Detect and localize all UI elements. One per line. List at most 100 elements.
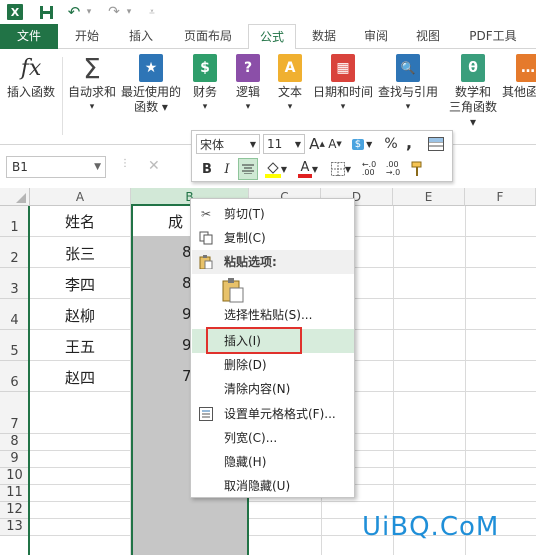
tab-file[interactable]: 文件 <box>0 24 58 49</box>
percent-style-icon[interactable]: % <box>382 135 400 153</box>
column-header-f[interactable]: F <box>465 188 536 206</box>
menu-item-clear-contents[interactable]: 清除内容(N) <box>192 377 354 401</box>
undo-icon[interactable]: ↶ <box>64 3 84 21</box>
tab-pdf-tools[interactable]: PDF工具 <box>458 24 528 49</box>
select-all-corner[interactable] <box>0 188 30 206</box>
font-size-dropdown[interactable]: 11 ▼ <box>263 134 305 154</box>
tab-formulas[interactable]: 公式 <box>248 24 296 50</box>
row-header-6[interactable]: 6 <box>0 361 30 392</box>
sigma-icon: Σ <box>83 51 101 85</box>
paint-bucket-icon <box>264 162 281 178</box>
menu-item-copy[interactable]: 复制(C) <box>192 226 354 250</box>
cell-a5[interactable]: 王五 <box>30 336 130 357</box>
more-book-icon: … <box>514 53 536 83</box>
format-painter-icon[interactable] <box>408 159 428 179</box>
menu-item-column-width[interactable]: 列宽(C)... <box>192 426 354 450</box>
comma-style-icon[interactable]: , <box>402 133 416 152</box>
date-time-button[interactable]: ▦ 日期和时间 ▾ <box>310 53 376 115</box>
menu-item-paste-special[interactable]: 选择性粘贴(S)... <box>192 303 354 327</box>
customize-qa-icon[interactable]: ⩡ <box>146 3 158 21</box>
fill-color-button[interactable]: ▼ <box>262 159 290 179</box>
redo-dropdown-icon[interactable]: ▾ <box>124 3 134 21</box>
cell-a2[interactable]: 张三 <box>30 243 130 264</box>
recently-used-button[interactable]: ★ 最近使用的 函数 ▾ <box>118 53 184 115</box>
menu-item-unhide[interactable]: 取消隐藏(U) <box>192 474 354 498</box>
name-box-dropdown-icon[interactable]: ▼ <box>94 157 101 177</box>
gridline <box>465 206 466 555</box>
align-center-icon <box>242 164 254 174</box>
gridline <box>30 501 536 502</box>
grow-font-icon[interactable]: A ▲ <box>309 135 325 153</box>
shrink-font-icon[interactable]: A ▼ <box>327 135 343 153</box>
row-header-3[interactable]: 3 <box>0 268 30 299</box>
increase-decimal-button[interactable]: ←.0 .00 <box>358 159 380 179</box>
cell-a3[interactable]: 李四 <box>30 274 130 295</box>
row-header-5[interactable]: 5 <box>0 330 30 361</box>
row-header-4[interactable]: 4 <box>0 299 30 330</box>
font-color-button[interactable]: A ▼ <box>294 159 322 179</box>
row-header-11[interactable]: 11 <box>0 485 30 502</box>
ribbon-separator <box>62 57 63 135</box>
coins-book-icon: $ <box>191 53 219 83</box>
menu-item-cut[interactable]: ✂ 剪切(T) <box>192 202 354 226</box>
theta-book-icon: θ <box>459 53 487 83</box>
name-box[interactable]: B1 ▼ <box>6 156 106 178</box>
column-header-e[interactable]: E <box>393 188 465 206</box>
financial-button[interactable]: $ 财务 ▾ <box>187 53 223 115</box>
decrease-decimal-button[interactable]: .00 →.0 <box>382 159 404 179</box>
menu-item-delete[interactable]: 删除(D) <box>192 353 354 377</box>
mini-toolbar: 宋体 ▼ 11 ▼ A ▲ A ▼ $ ▼ % , B I ▼ A ▼ ▼ ←.0 .00… <box>191 130 453 182</box>
tab-view[interactable]: 视图 <box>404 24 452 49</box>
row-header-2[interactable]: 2 <box>0 237 30 268</box>
bold-button[interactable]: B <box>198 159 216 179</box>
save-icon[interactable] <box>37 3 55 21</box>
fx-icon: fx <box>20 55 42 81</box>
row-header-1[interactable]: 1 <box>0 206 30 237</box>
tab-data[interactable]: 数据 <box>300 24 348 49</box>
redo-icon[interactable]: ↷ <box>104 3 124 21</box>
paste-option-icon[interactable] <box>219 276 247 304</box>
menu-item-format-cells[interactable]: 设置单元格格式(F)... <box>192 402 354 426</box>
autosum-button[interactable]: Σ 自动求和 ▾ <box>64 53 120 115</box>
row-header-9[interactable]: 9 <box>0 451 30 468</box>
row-header-7[interactable]: 7 <box>0 392 30 434</box>
italic-button[interactable]: I <box>218 159 236 179</box>
insert-highlight-box <box>206 327 302 354</box>
lookup-reference-button[interactable]: 🔍 查找与引用 ▾ <box>376 53 440 115</box>
format-table-icon[interactable] <box>426 135 446 153</box>
undo-dropdown-icon[interactable]: ▾ <box>84 3 94 21</box>
cell-a4[interactable]: 赵柳 <box>30 305 130 326</box>
row-header-8[interactable]: 8 <box>0 434 30 451</box>
row-header-13[interactable]: 13 <box>0 519 30 536</box>
title-bar: X ↶ ▾ ↷ ▾ ⩡ <box>0 0 536 24</box>
cell-a6[interactable]: 赵四 <box>30 367 130 388</box>
text-button[interactable]: A 文本 ▾ <box>272 53 308 115</box>
more-functions-button[interactable]: … 其他函 <box>502 53 536 100</box>
formula-bar-grip-icon: ⋮ <box>120 158 130 169</box>
clipboard-icon <box>198 254 214 270</box>
calendar-book-icon: ▦ <box>329 53 357 83</box>
menu-item-hide[interactable]: 隐藏(H) <box>192 450 354 474</box>
scissors-icon: ✂ <box>200 207 212 221</box>
excel-logo-icon: X <box>6 3 24 21</box>
chevron-down-icon: ▼ <box>249 139 256 149</box>
row-header-10[interactable]: 10 <box>0 468 30 485</box>
currency-format-icon[interactable]: $ ▼ <box>347 135 377 153</box>
column-header-a[interactable]: A <box>30 188 131 206</box>
cancel-icon[interactable]: ✕ <box>148 158 160 174</box>
logical-button[interactable]: ? 逻辑 ▾ <box>230 53 266 115</box>
align-center-button[interactable] <box>238 158 258 180</box>
font-name-dropdown[interactable]: 宋体 ▼ <box>196 134 260 154</box>
math-trig-button[interactable]: θ 数学和 三角函数 ▾ <box>446 53 500 130</box>
tab-insert[interactable]: 插入 <box>116 24 166 49</box>
row-header-12[interactable]: 12 <box>0 502 30 519</box>
tab-home[interactable]: 开始 <box>62 24 112 49</box>
tab-review[interactable]: 审阅 <box>352 24 400 49</box>
insert-function-button[interactable]: fx 插入函数 <box>4 53 58 100</box>
magnifier-book-icon: 🔍 <box>394 53 422 83</box>
tab-page-layout[interactable]: 页面布局 <box>172 24 244 49</box>
copy-icon <box>198 230 214 246</box>
ribbon-tabs: 文件 开始 插入 页面布局 公式 数据 审阅 视图 PDF工具 <box>0 24 536 50</box>
borders-button[interactable]: ▼ <box>328 159 354 179</box>
cell-a1[interactable]: 姓名 <box>30 211 130 232</box>
